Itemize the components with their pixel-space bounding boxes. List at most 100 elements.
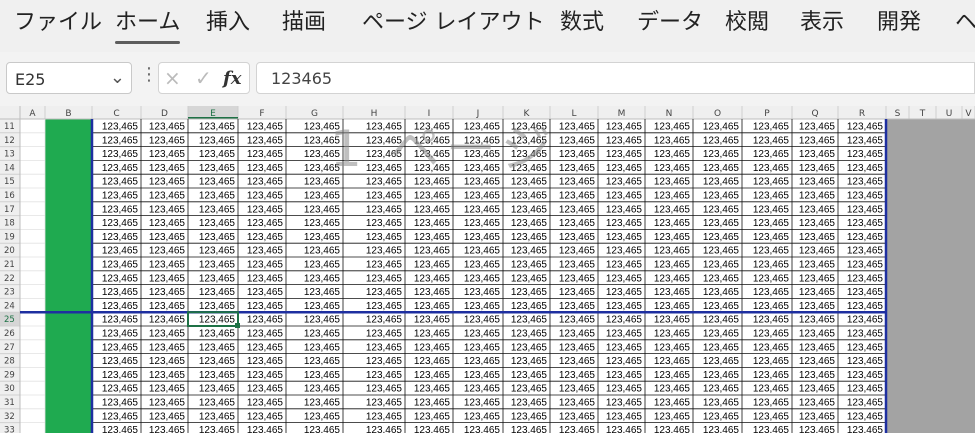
cell-D12[interactable]: 123,465 <box>149 135 186 146</box>
cell-R13[interactable]: 123,465 <box>847 149 884 160</box>
row-header-28[interactable]: 28 <box>4 357 15 367</box>
cell-D33[interactable]: 123,465 <box>149 425 186 433</box>
cell-R30[interactable]: 123,465 <box>847 384 884 395</box>
cell-G24[interactable]: 123,465 <box>304 301 341 312</box>
cell-C29[interactable]: 123,465 <box>102 370 139 381</box>
cell-I30[interactable]: 123,465 <box>414 384 451 395</box>
cell-M25[interactable]: 123,465 <box>606 315 643 326</box>
cell-L19[interactable]: 123,465 <box>559 232 596 243</box>
cell-P28[interactable]: 123,465 <box>753 356 790 367</box>
cell-K28[interactable]: 123,465 <box>511 356 548 367</box>
cell-E27[interactable]: 123,465 <box>199 342 236 353</box>
cell-I18[interactable]: 123,465 <box>414 218 451 229</box>
cell-M22[interactable]: 123,465 <box>606 273 643 284</box>
cell-K17[interactable]: 123,465 <box>511 204 548 215</box>
cell-E30[interactable]: 123,465 <box>199 384 236 395</box>
cell-C32[interactable]: 123,465 <box>102 411 139 422</box>
column-header-N[interactable]: N <box>666 109 673 119</box>
cell-P18[interactable]: 123,465 <box>753 218 790 229</box>
cell-E13[interactable]: 123,465 <box>199 149 236 160</box>
cell-E23[interactable]: 123,465 <box>199 287 236 298</box>
cell-N22[interactable]: 123,465 <box>654 273 691 284</box>
cell-P22[interactable]: 123,465 <box>753 273 790 284</box>
cell-G30[interactable]: 123,465 <box>304 384 341 395</box>
cell-H20[interactable]: 123,465 <box>366 246 403 257</box>
cell-E14[interactable]: 123,465 <box>199 163 236 174</box>
cell-E15[interactable]: 123,465 <box>199 177 236 188</box>
cell-J18[interactable]: 123,465 <box>464 218 501 229</box>
cell-K15[interactable]: 123,465 <box>511 177 548 188</box>
cell-D26[interactable]: 123,465 <box>149 329 186 340</box>
cell-J19[interactable]: 123,465 <box>464 232 501 243</box>
cell-N19[interactable]: 123,465 <box>654 232 691 243</box>
row-header-20[interactable]: 20 <box>4 246 15 256</box>
cell-C30[interactable]: 123,465 <box>102 384 139 395</box>
cell-L16[interactable]: 123,465 <box>559 191 596 202</box>
cell-Q19[interactable]: 123,465 <box>799 232 836 243</box>
cell-F14[interactable]: 123,465 <box>247 163 284 174</box>
cell-Q11[interactable]: 123,465 <box>799 122 836 133</box>
cell-Q31[interactable]: 123,465 <box>799 398 836 409</box>
cell-L21[interactable]: 123,465 <box>559 260 596 271</box>
cell-P16[interactable]: 123,465 <box>753 191 790 202</box>
row-header-16[interactable]: 16 <box>4 191 15 201</box>
cell-I22[interactable]: 123,465 <box>414 273 451 284</box>
cell-L14[interactable]: 123,465 <box>559 163 596 174</box>
cell-P24[interactable]: 123,465 <box>753 301 790 312</box>
cell-R32[interactable]: 123,465 <box>847 411 884 422</box>
column-header-A[interactable]: A <box>29 109 36 119</box>
cell-E12[interactable]: 123,465 <box>199 135 236 146</box>
cell-N20[interactable]: 123,465 <box>654 246 691 257</box>
cell-P15[interactable]: 123,465 <box>753 177 790 188</box>
cell-K31[interactable]: 123,465 <box>511 398 548 409</box>
column-header-S[interactable]: S <box>895 109 901 119</box>
cell-K24[interactable]: 123,465 <box>511 301 548 312</box>
column-header-O[interactable]: O <box>714 109 721 119</box>
cell-G32[interactable]: 123,465 <box>304 411 341 422</box>
cell-O27[interactable]: 123,465 <box>703 342 740 353</box>
cell-O28[interactable]: 123,465 <box>703 356 740 367</box>
cell-C17[interactable]: 123,465 <box>102 204 139 215</box>
row-header-31[interactable]: 31 <box>4 398 15 408</box>
cell-N15[interactable]: 123,465 <box>654 177 691 188</box>
cell-F29[interactable]: 123,465 <box>247 370 284 381</box>
cell-L22[interactable]: 123,465 <box>559 273 596 284</box>
cell-N21[interactable]: 123,465 <box>654 260 691 271</box>
cell-K19[interactable]: 123,465 <box>511 232 548 243</box>
cell-D18[interactable]: 123,465 <box>149 218 186 229</box>
cell-I15[interactable]: 123,465 <box>414 177 451 188</box>
cell-Q23[interactable]: 123,465 <box>799 287 836 298</box>
cell-D22[interactable]: 123,465 <box>149 273 186 284</box>
cell-O26[interactable]: 123,465 <box>703 329 740 340</box>
cell-H19[interactable]: 123,465 <box>366 232 403 243</box>
name-box[interactable]: E25 ⌄ <box>6 62 132 94</box>
cell-L24[interactable]: 123,465 <box>559 301 596 312</box>
cell-Q30[interactable]: 123,465 <box>799 384 836 395</box>
cell-Q21[interactable]: 123,465 <box>799 260 836 271</box>
cell-N11[interactable]: 123,465 <box>654 122 691 133</box>
cell-L12[interactable]: 123,465 <box>559 135 596 146</box>
cell-Q16[interactable]: 123,465 <box>799 191 836 202</box>
tab-1[interactable]: ホーム <box>115 6 181 44</box>
cell-E32[interactable]: 123,465 <box>199 411 236 422</box>
cell-D21[interactable]: 123,465 <box>149 260 186 271</box>
cell-I33[interactable]: 123,465 <box>414 425 451 433</box>
tab-9[interactable]: 開発 <box>877 6 921 40</box>
tab-3[interactable]: 描画 <box>282 6 326 40</box>
cell-M12[interactable]: 123,465 <box>606 135 643 146</box>
cell-E18[interactable]: 123,465 <box>199 218 236 229</box>
cell-G18[interactable]: 123,465 <box>304 218 341 229</box>
cell-D17[interactable]: 123,465 <box>149 204 186 215</box>
cell-Q22[interactable]: 123,465 <box>799 273 836 284</box>
cell-C28[interactable]: 123,465 <box>102 356 139 367</box>
tab-0[interactable]: ファイル <box>14 6 102 40</box>
column-header-U[interactable]: U <box>946 109 953 119</box>
cell-G19[interactable]: 123,465 <box>304 232 341 243</box>
cell-I24[interactable]: 123,465 <box>414 301 451 312</box>
cell-N28[interactable]: 123,465 <box>654 356 691 367</box>
cell-M21[interactable]: 123,465 <box>606 260 643 271</box>
cell-D28[interactable]: 123,465 <box>149 356 186 367</box>
cell-K20[interactable]: 123,465 <box>511 246 548 257</box>
cell-C15[interactable]: 123,465 <box>102 177 139 188</box>
cell-N29[interactable]: 123,465 <box>654 370 691 381</box>
